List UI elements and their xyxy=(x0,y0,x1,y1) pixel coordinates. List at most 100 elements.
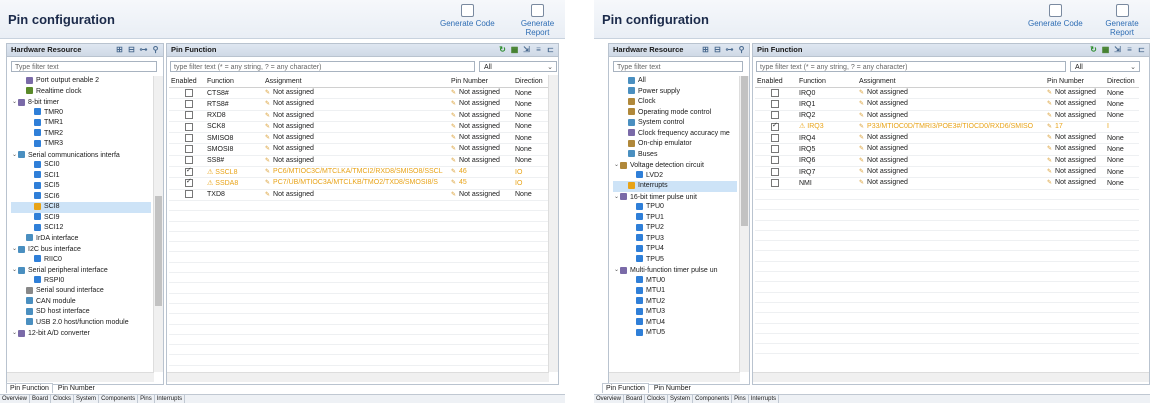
pin-number-cell[interactable]: ✎ Not assigned xyxy=(1045,132,1105,145)
tab-pin-number[interactable]: Pin Number xyxy=(651,384,694,393)
column-icon[interactable]: ≡ xyxy=(534,45,543,54)
assignment-cell[interactable]: ✎ Not assigned xyxy=(263,155,449,168)
page-tab[interactable]: Overview xyxy=(0,395,31,403)
generate-report-button[interactable]: Generate Report xyxy=(1094,4,1150,37)
tree-item[interactable]: Port output enable 2 xyxy=(11,76,151,87)
table-horizontal-scrollbar[interactable] xyxy=(753,372,1149,382)
pin-number-cell[interactable]: ✎ Not assigned xyxy=(449,110,513,122)
chevron-down-icon[interactable]: ⌄ xyxy=(11,150,18,161)
tree-item[interactable]: System control xyxy=(613,118,737,129)
table-row[interactable]: RTS8# ✎ Not assigned ✎ Not assigned None xyxy=(169,98,549,111)
tree-horizontal-scrollbar[interactable] xyxy=(7,372,154,382)
enabled-checkbox[interactable] xyxy=(771,99,779,108)
generate-report-button[interactable]: Generate Report xyxy=(510,4,565,37)
table-row[interactable]: IRQ5 ✎ Not assigned ✎ Not assigned None xyxy=(755,143,1139,156)
tree-horizontal-scrollbar[interactable] xyxy=(609,372,740,382)
table-row[interactable]: TXD8 ✎ Not assigned ✎ Not assigned None xyxy=(169,189,549,201)
table-row[interactable]: NMI ✎ Not assigned ✎ Not assigned None xyxy=(755,177,1139,190)
assignment-cell[interactable]: ✎ Not assigned xyxy=(857,166,1045,179)
tree-item[interactable]: TMR2 xyxy=(11,129,151,140)
column-enabled[interactable]: Enabled xyxy=(169,75,205,88)
table-row[interactable]: IRQ7 ✎ Not assigned ✎ Not assigned None xyxy=(755,166,1139,179)
page-tab[interactable]: Clocks xyxy=(51,395,75,403)
column-function[interactable]: Function xyxy=(797,75,857,88)
tree-item[interactable]: Power supply xyxy=(613,87,737,98)
table-row[interactable]: CTS8# ✎ Not assigned ✎ Not assigned None xyxy=(169,87,549,100)
tree-item[interactable]: ⌄ 12-bit A/D converter xyxy=(11,328,151,339)
enabled-checkbox[interactable] xyxy=(185,156,193,165)
tree-item[interactable]: On-chip emulator xyxy=(613,139,737,150)
tree-item[interactable]: ⌄ Voltage detection circuit xyxy=(613,160,737,171)
tree-item[interactable]: USB 2.0 host/function module xyxy=(11,318,151,329)
tree-item[interactable]: SD host interface xyxy=(11,307,151,318)
page-tab[interactable]: Clocks xyxy=(645,395,669,403)
tree-item[interactable]: SCI6 xyxy=(11,192,151,203)
assignment-cell[interactable]: ✎ Not assigned xyxy=(263,98,449,111)
chevron-down-icon[interactable]: ⌄ xyxy=(613,192,620,203)
table-row[interactable]: RXD8 ✎ Not assigned ✎ Not assigned None xyxy=(169,110,549,122)
pin-number-cell[interactable]: ✎ Not assigned xyxy=(1045,155,1105,168)
table-vertical-scrollbar[interactable] xyxy=(548,75,558,372)
tree-item[interactable]: MTU1 xyxy=(613,286,737,297)
tree-item[interactable]: SCI5 xyxy=(11,181,151,192)
tree-item[interactable]: TPU5 xyxy=(613,255,737,266)
tree-item[interactable]: MTU4 xyxy=(613,318,737,329)
assignment-cell[interactable]: ✎ Not assigned xyxy=(263,110,449,122)
enabled-checkbox[interactable] xyxy=(771,179,779,188)
assignment-cell[interactable]: ✎ Not assigned xyxy=(263,143,449,156)
tree-item[interactable]: MTU2 xyxy=(613,297,737,308)
tree-item[interactable]: TMR3 xyxy=(11,139,151,150)
column-icon[interactable]: ≡ xyxy=(1125,45,1134,54)
layout-icon[interactable]: ⊏ xyxy=(1137,45,1146,54)
table-row[interactable]: ⚠SSCL8✎PC6/MTIOC3C/MTCLKA/TMCI2/RXD8/SMI… xyxy=(169,166,549,179)
chevron-down-icon[interactable]: ⌄ xyxy=(613,265,620,276)
tab-pin-number[interactable]: Pin Number xyxy=(55,384,98,393)
pin-number-cell[interactable]: ✎ Not assigned xyxy=(449,87,513,100)
layout-icon[interactable]: ⊏ xyxy=(546,45,555,54)
tree-item[interactable]: ⌄ 8-bit timer xyxy=(11,97,151,108)
chevron-down-icon[interactable]: ⌄ xyxy=(11,328,18,339)
pin-number-cell[interactable]: ✎ 46 xyxy=(449,166,513,179)
pin-number-cell[interactable]: ✎ Not assigned xyxy=(1045,177,1105,190)
tree-item[interactable]: ⌄ Serial communications interfa xyxy=(11,150,151,161)
enabled-checkbox[interactable] xyxy=(185,133,193,142)
refresh-icon[interactable]: ↻ xyxy=(1089,45,1098,54)
tree-item[interactable]: TMR0 xyxy=(11,108,151,119)
tree-item[interactable]: Serial sound interface xyxy=(11,286,151,297)
enabled-checkbox[interactable] xyxy=(185,190,193,199)
assignment-cell[interactable]: ✎ Not assigned xyxy=(263,189,449,201)
tab-pin-function[interactable]: Pin Function xyxy=(6,383,53,393)
enabled-checkbox[interactable] xyxy=(771,88,779,97)
pin-number-cell[interactable]: ✎ Not assigned xyxy=(1045,110,1105,122)
tree-item[interactable]: Clock frequency accuracy me xyxy=(613,129,737,140)
tree-item[interactable]: MTU5 xyxy=(613,328,737,339)
enabled-checkbox[interactable] xyxy=(185,178,193,188)
chevron-down-icon[interactable]: ⌄ xyxy=(11,244,18,255)
chevron-down-icon[interactable]: ⌄ xyxy=(613,160,620,171)
page-tab[interactable]: Pins xyxy=(138,395,155,403)
column-pin-number[interactable]: Pin Number xyxy=(1045,75,1105,88)
assignment-cell[interactable]: ✎ Not assigned xyxy=(857,177,1045,190)
tree-item[interactable]: All xyxy=(613,76,737,87)
tree-item[interactable]: Interrupts xyxy=(613,181,737,192)
tree-item[interactable]: IrDA interface xyxy=(11,234,151,245)
table-row[interactable]: ⚠SSDA8✎PC7/UB/MTIOC3A/MTCLKB/TMO2/TXD8/S… xyxy=(169,177,549,190)
chevron-down-icon[interactable]: ⌄ xyxy=(11,265,18,276)
enabled-checkbox[interactable] xyxy=(185,111,193,120)
tree-item[interactable]: TPU3 xyxy=(613,234,737,245)
collapse-all-icon[interactable]: ⊟ xyxy=(713,45,722,54)
pin-number-cell[interactable]: ✎ 17 xyxy=(1045,121,1105,134)
tree-item[interactable]: TPU0 xyxy=(613,202,737,213)
pin-number-cell[interactable]: ✎ Not assigned xyxy=(449,98,513,111)
assignment-cell[interactable]: ✎ Not assigned xyxy=(263,121,449,134)
tree-item[interactable]: SCI12 xyxy=(11,223,151,234)
tree-item[interactable]: Buses xyxy=(613,150,737,161)
column-direction[interactable]: Direction xyxy=(513,75,549,88)
table-row[interactable]: SMISO8 ✎ Not assigned ✎ Not assigned None xyxy=(169,132,549,145)
pin-number-cell[interactable]: ✎ Not assigned xyxy=(449,189,513,201)
export-icon[interactable]: ⇲ xyxy=(1113,45,1122,54)
page-tab[interactable]: System xyxy=(668,395,694,403)
page-tab[interactable]: Board xyxy=(30,395,52,403)
generate-code-button[interactable]: Generate Code xyxy=(440,4,495,28)
tree-item[interactable]: TPU1 xyxy=(613,213,737,224)
